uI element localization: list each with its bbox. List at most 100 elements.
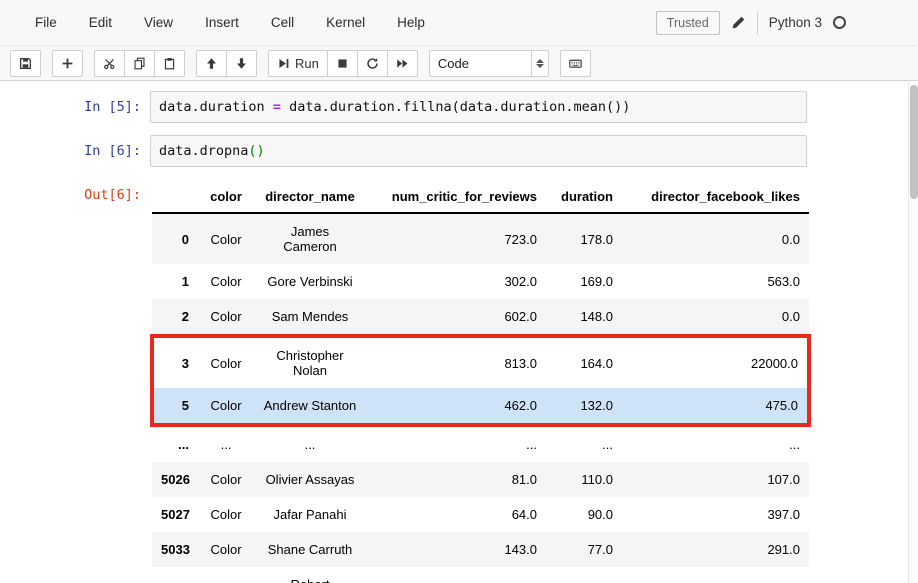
table-row: 5027 Color Jafar Panahi 64.0 90.0 397.0 [152,497,809,532]
column-header: color [198,181,254,214]
copy-cell-button[interactable] [124,49,155,77]
column-header [152,181,198,214]
table-cell: 164.0 [546,334,622,388]
edit-title-pencil-icon[interactable] [731,15,746,30]
menu-right-cluster: Trusted Python 3 [655,10,846,35]
table-cell: 302.0 [504,274,537,289]
paste-cell-button[interactable] [154,49,185,77]
table-cell: 0.0 [781,231,800,247]
trusted-badge[interactable]: Trusted [655,10,720,35]
table-cell: Shane Carruth [267,542,353,557]
scissors-icon [104,58,115,69]
row-index: 3 [150,334,198,388]
menu-item-cell[interactable]: Cell [255,8,310,37]
toolbar: Run Code [0,46,918,81]
table-row: 5035ColorRobert Rodriguez56.081.00.0 [152,567,809,583]
arrow-down-icon [237,57,246,69]
plus-icon [62,58,73,68]
table-cell: 56.0 [366,567,546,583]
kernel-name: Python 3 [768,15,822,30]
table-cell: 143.0 [504,542,537,557]
table-cell: Jafar Panahi [273,507,347,522]
table-cell: ... [526,437,537,452]
vertical-scrollbar[interactable] [908,82,918,583]
row-index: 5033 [161,542,190,557]
table-cell: Andrew Stanton [254,388,366,427]
table-row: 5 Color Andrew Stanton 462.0 132.0 475.0 [150,388,811,427]
table-cell: Robert Rodriguez [254,567,366,583]
table-cell: 22000.0 [622,334,811,388]
table-cell: Sam Mendes [271,309,349,324]
restart-run-all-button[interactable] [386,49,418,77]
menu-item-view[interactable]: View [128,8,189,37]
scrollbar-thumb[interactable] [910,85,918,199]
notebook-area: In [5]: data.duration = data.duration.fi… [0,81,918,583]
table-cell: ... [304,437,316,452]
table-cell: 813.0 [366,334,546,388]
interrupt-kernel-button[interactable] [326,49,358,77]
table-cell: James Cameron [283,224,337,254]
table-cell: Color [210,231,242,247]
cut-cell-button[interactable] [94,49,125,77]
menu-item-help[interactable]: Help [381,8,441,37]
table-cell: 723.0 [504,231,537,247]
menu-item-file[interactable]: File [19,8,73,37]
row-index: 2 [181,309,189,324]
column-header: director_name [254,181,366,214]
table-cell: Color [210,472,242,487]
cell-type-dropdown[interactable]: Code [428,49,549,77]
row-index: 1 [181,274,189,289]
table-cell: 148.0 [580,309,613,324]
stop-icon [338,58,347,68]
table-cell: 291.0 [767,542,800,557]
table-row: 5033 Color Shane Carruth 143.0 77.0 291.0 [152,532,809,567]
run-button[interactable]: Run [268,49,328,77]
table-cell: 64.0 [511,507,537,522]
code-input[interactable]: data.dropna() [150,135,807,167]
code-cell-5: In [5]: data.duration = data.duration.fi… [0,91,918,123]
save-button[interactable] [10,49,41,77]
table-cell: 107.0 [767,472,800,487]
output-prompt: Out[6]: [84,187,141,203]
dropdown-arrows-icon [530,50,548,76]
paste-icon [164,57,175,69]
command-palette-button[interactable] [559,49,591,77]
table-cell: 81.0 [511,472,537,487]
table-cell: Color [210,542,242,557]
table-cell: Color [210,507,242,522]
table-cell: ... [220,437,232,452]
column-header: director_facebook_likes [622,181,809,214]
table-cell: Color [210,309,242,324]
move-cell-down-button[interactable] [226,49,257,77]
table-row: 1 Color Gore Verbinski 302.0 169.0 563.0 [152,264,809,299]
menu-bar: File Edit View Insert Cell Kernel Help Trusted… [0,0,918,46]
table-cell: 475.0 [622,388,811,427]
restart-kernel-button[interactable] [356,49,388,77]
dataframe-table: color director_name num_critic_for_reviews… [150,181,811,583]
move-cell-up-button[interactable] [196,49,227,77]
save-icon [19,57,32,69]
table-cell: 77.0 [587,542,613,557]
code-input[interactable]: data.duration = data.duration.fillna(dat… [150,91,807,123]
row-index: 0 [181,231,189,247]
row-index: 5 [150,388,198,427]
table-cell: Gore Verbinski [267,274,353,289]
table-cell: 178.0 [580,231,613,247]
table-cell: Olivier Assayas [265,472,355,487]
table-cell: 90.0 [587,507,613,522]
column-header: num_critic_for_reviews [366,181,546,214]
add-cell-button[interactable] [52,49,83,77]
code-cell-6: In [6]: data.dropna() [0,135,918,167]
restart-icon [367,57,378,69]
dataframe-output: color director_name num_critic_for_reviews… [150,179,811,583]
run-icon [279,58,289,68]
table-cell: Color [210,274,242,289]
menu-item-kernel[interactable]: Kernel [310,8,381,37]
run-button-label: Run [295,55,319,71]
menu-item-insert[interactable]: Insert [189,8,255,37]
menu-item-edit[interactable]: Edit [73,8,128,37]
table-cell: Christopher Nolan [254,334,366,388]
table-cell: ... [602,437,613,452]
input-prompt: In [5]: [84,99,141,115]
table-cell: 169.0 [580,274,613,289]
